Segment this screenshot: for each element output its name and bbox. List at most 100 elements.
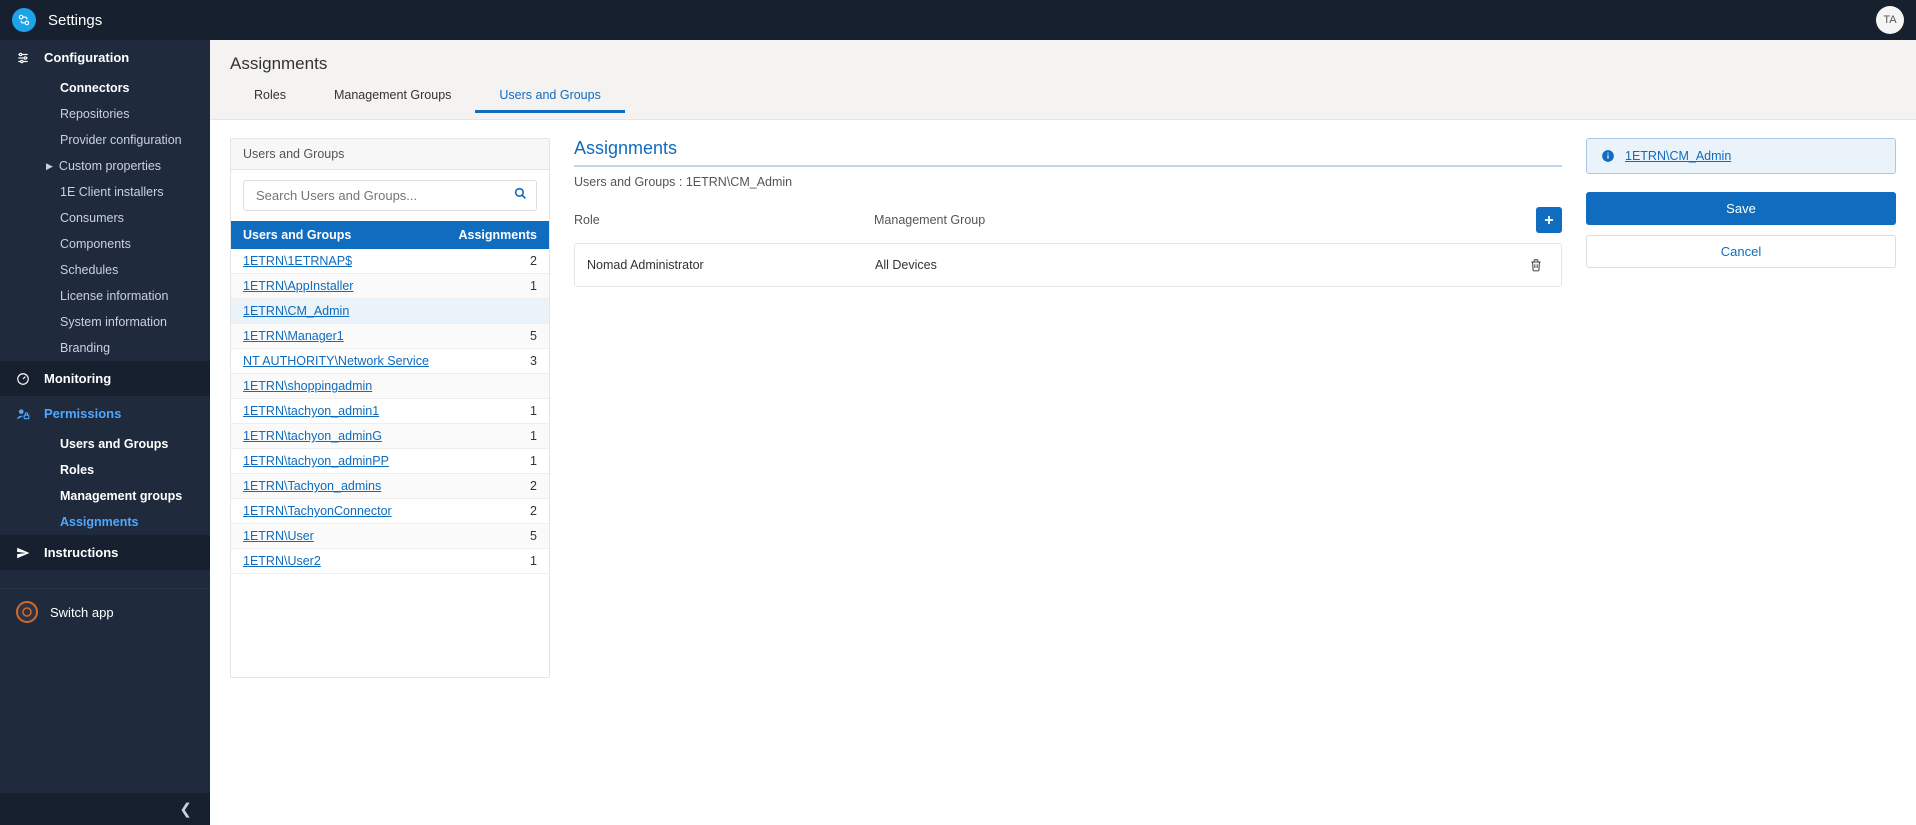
panel-title: Users and Groups bbox=[231, 139, 549, 170]
sidebar-item-components[interactable]: Components bbox=[44, 231, 210, 257]
assignment-count: 2 bbox=[445, 474, 549, 499]
sidebar-item-label: Schedules bbox=[60, 263, 118, 277]
sidebar-item-license-information[interactable]: License information bbox=[44, 283, 210, 309]
sidebar-item-label: 1E Client installers bbox=[60, 185, 164, 199]
cancel-button[interactable]: Cancel bbox=[1586, 235, 1896, 268]
users-groups-panel: Users and Groups Users and Groups bbox=[230, 138, 550, 678]
user-link[interactable]: 1ETRN\User bbox=[243, 529, 314, 543]
info-link[interactable]: 1ETRN\CM_Admin bbox=[1625, 149, 1731, 163]
assignment-count: 5 bbox=[445, 524, 549, 549]
sidebar-item-label: Custom properties bbox=[59, 159, 161, 173]
page-heading: Assignments bbox=[230, 54, 1896, 74]
sidebar-item-label: Users and Groups bbox=[60, 437, 168, 451]
sidebar-item-1e-client-installers[interactable]: 1E Client installers bbox=[44, 179, 210, 205]
table-row[interactable]: 1ETRN\User 5 bbox=[231, 524, 549, 549]
avatar[interactable]: TA bbox=[1876, 6, 1904, 34]
tab-users-and-groups[interactable]: Users and Groups bbox=[475, 80, 624, 113]
assignments-panel: Assignments Users and Groups : 1ETRN\CM_… bbox=[574, 138, 1562, 807]
logo-icon bbox=[12, 8, 36, 32]
table-row[interactable]: 1ETRN\tachyon_adminG 1 bbox=[231, 424, 549, 449]
sidebar-item-label: Repositories bbox=[60, 107, 129, 121]
user-link[interactable]: 1ETRN\AppInstaller bbox=[243, 279, 353, 293]
save-button[interactable]: Save bbox=[1586, 192, 1896, 225]
user-link[interactable]: 1ETRN\tachyon_adminG bbox=[243, 429, 382, 443]
user-link[interactable]: 1ETRN\tachyon_admin1 bbox=[243, 404, 379, 418]
switch-app-icon bbox=[16, 601, 38, 623]
sidebar: Configuration Connectors Repositories Prov… bbox=[0, 40, 210, 825]
info-icon bbox=[1601, 149, 1615, 163]
sidebar-item-label: Components bbox=[60, 237, 131, 251]
add-assignment-button[interactable] bbox=[1536, 207, 1562, 233]
column-group: Management Group bbox=[874, 213, 1536, 227]
search-input[interactable] bbox=[243, 180, 537, 211]
table-row[interactable]: 1ETRN\Tachyon_admins 2 bbox=[231, 474, 549, 499]
assignment-count bbox=[445, 374, 549, 399]
section-title: Assignments bbox=[574, 138, 1562, 167]
assignment-count: 5 bbox=[445, 324, 549, 349]
section-subtitle: Users and Groups : 1ETRN\CM_Admin bbox=[574, 175, 1562, 189]
table-row[interactable]: 1ETRN\CM_Admin bbox=[231, 299, 549, 324]
delete-assignment-button[interactable] bbox=[1523, 252, 1549, 278]
user-link[interactable]: 1ETRN\tachyon_adminPP bbox=[243, 454, 389, 468]
sidebar-item-custom-properties[interactable]: ▶Custom properties bbox=[44, 153, 210, 179]
assignment-count: 1 bbox=[445, 399, 549, 424]
column-name[interactable]: Users and Groups bbox=[231, 221, 445, 249]
sidebar-section-permissions[interactable]: Permissions bbox=[0, 396, 210, 431]
sidebar-item-assignments[interactable]: Assignments bbox=[44, 509, 210, 535]
table-row[interactable]: 1ETRN\tachyon_admin1 1 bbox=[231, 399, 549, 424]
table-row[interactable]: 1ETRN\User2 1 bbox=[231, 549, 549, 574]
assignment-count: 3 bbox=[445, 349, 549, 374]
table-row[interactable]: 1ETRN\shoppingadmin bbox=[231, 374, 549, 399]
sidebar-item-roles[interactable]: Roles bbox=[44, 457, 210, 483]
sidebar-item-label: License information bbox=[60, 289, 168, 303]
sidebar-item-system-information[interactable]: System information bbox=[44, 309, 210, 335]
user-link[interactable]: 1ETRN\User2 bbox=[243, 554, 321, 568]
user-link[interactable]: 1ETRN\shoppingadmin bbox=[243, 379, 372, 393]
chevron-left-icon: ❮ bbox=[179, 800, 192, 818]
column-count[interactable]: Assignments bbox=[445, 221, 549, 249]
sidebar-item-schedules[interactable]: Schedules bbox=[44, 257, 210, 283]
table-row[interactable]: 1ETRN\Manager1 5 bbox=[231, 324, 549, 349]
info-box: 1ETRN\CM_Admin bbox=[1586, 138, 1896, 174]
sidebar-item-label: System information bbox=[60, 315, 167, 329]
sidebar-item-branding[interactable]: Branding bbox=[44, 335, 210, 361]
assignment-role: Nomad Administrator bbox=[587, 258, 875, 272]
sidebar-item-connectors[interactable]: Connectors bbox=[44, 75, 210, 101]
tab-roles[interactable]: Roles bbox=[230, 80, 310, 113]
sidebar-section-instructions[interactable]: Instructions bbox=[0, 535, 210, 570]
assignment-count: 1 bbox=[445, 424, 549, 449]
assignment-count: 1 bbox=[445, 549, 549, 574]
user-lock-icon bbox=[16, 407, 32, 421]
user-link[interactable]: 1ETRN\TachyonConnector bbox=[243, 504, 392, 518]
gauge-icon bbox=[16, 372, 32, 386]
search-icon[interactable] bbox=[514, 187, 527, 200]
sidebar-item-repositories[interactable]: Repositories bbox=[44, 101, 210, 127]
sidebar-item-management-groups[interactable]: Management groups bbox=[44, 483, 210, 509]
sidebar-section-monitoring[interactable]: Monitoring bbox=[0, 361, 210, 396]
collapse-sidebar-button[interactable]: ❮ bbox=[0, 793, 210, 825]
user-link[interactable]: 1ETRN\1ETRNAP$ bbox=[243, 254, 352, 268]
sidebar-item-users-and-groups[interactable]: Users and Groups bbox=[44, 431, 210, 457]
table-row[interactable]: 1ETRN\tachyon_adminPP1 bbox=[231, 449, 549, 474]
sidebar-section-label: Instructions bbox=[44, 545, 118, 560]
sidebar-item-label: Assignments bbox=[60, 515, 139, 529]
user-link[interactable]: NT AUTHORITY\Network Service bbox=[243, 354, 429, 368]
user-link[interactable]: 1ETRN\CM_Admin bbox=[243, 304, 349, 318]
table-row[interactable]: 1ETRN\1ETRNAP$2 bbox=[231, 249, 549, 274]
table-row[interactable]: 1ETRN\AppInstaller1 bbox=[231, 274, 549, 299]
action-panel: 1ETRN\CM_Admin Save Cancel bbox=[1586, 138, 1896, 807]
sidebar-item-consumers[interactable]: Consumers bbox=[44, 205, 210, 231]
sidebar-section-configuration[interactable]: Configuration bbox=[0, 40, 210, 75]
sidebar-item-provider-configuration[interactable]: Provider configuration bbox=[44, 127, 210, 153]
table-row[interactable]: 1ETRN\TachyonConnector2 bbox=[231, 499, 549, 524]
user-link[interactable]: 1ETRN\Tachyon_admins bbox=[243, 479, 381, 493]
table-row[interactable]: NT AUTHORITY\Network Service 3 bbox=[231, 349, 549, 374]
sidebar-item-label: Management groups bbox=[60, 489, 182, 503]
sidebar-item-label: Roles bbox=[60, 463, 94, 477]
tab-management-groups[interactable]: Management Groups bbox=[310, 80, 475, 113]
page-title: Settings bbox=[48, 12, 102, 29]
switch-app-button[interactable]: Switch app bbox=[0, 588, 210, 635]
user-link[interactable]: 1ETRN\Manager1 bbox=[243, 329, 344, 343]
sidebar-item-label: Consumers bbox=[60, 211, 124, 225]
sidebar-section-label: Monitoring bbox=[44, 371, 111, 386]
